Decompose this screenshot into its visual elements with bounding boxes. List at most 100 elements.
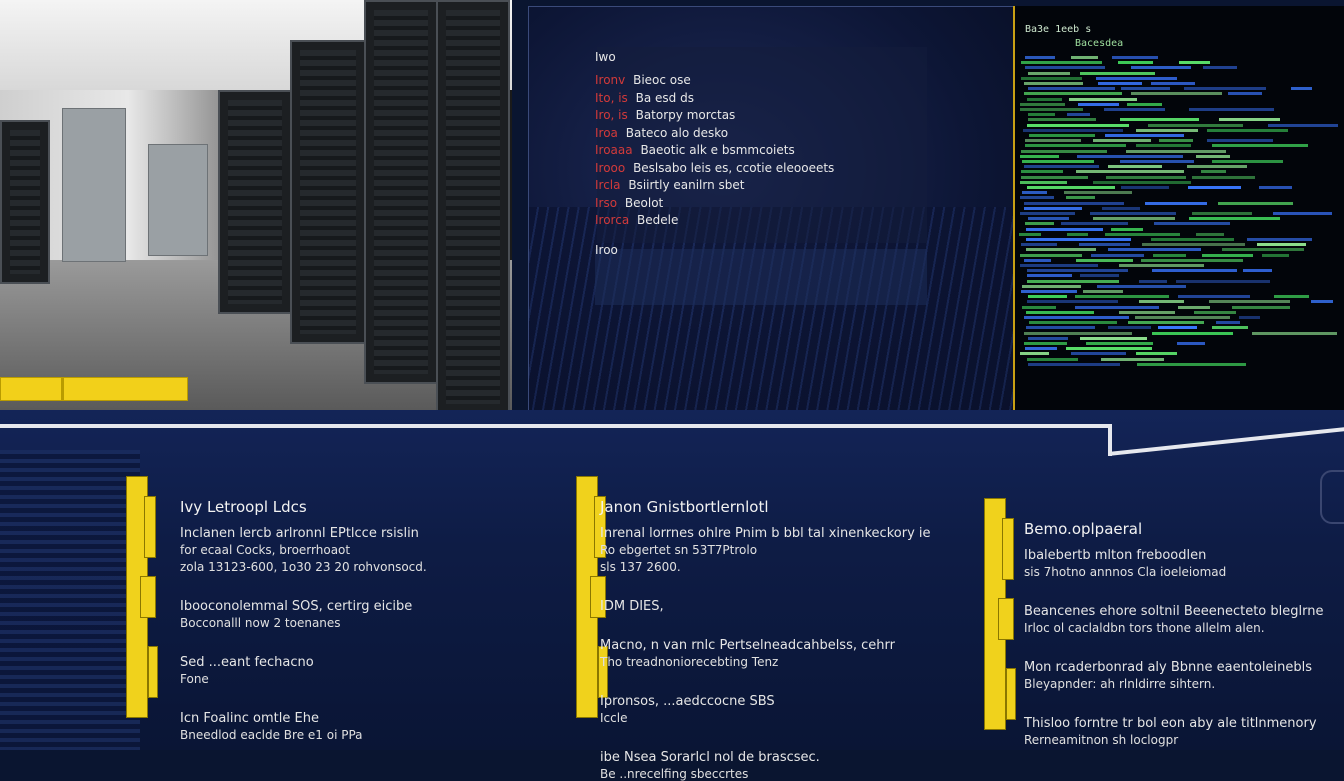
terminal-text-line bbox=[1157, 326, 1197, 330]
terminal-text-line bbox=[1215, 321, 1240, 325]
terminal-text-line bbox=[1020, 108, 1084, 111]
server-rack bbox=[218, 90, 292, 314]
terminal-text-line bbox=[1023, 316, 1129, 319]
overview-item[interactable]: Ircla Bsiirtly eanilrn sbet bbox=[595, 178, 744, 192]
column-text: sis 7hotno annnos Cla ioeleiomad bbox=[1024, 565, 1227, 579]
column-text: Ro ebgertet sn 53T7Ptrolo bbox=[600, 543, 758, 557]
overview-item[interactable]: Irorca Bedele bbox=[595, 213, 678, 227]
overview-item-marker: Iro, is bbox=[595, 108, 628, 122]
overview-item[interactable]: Iro, is Batorpy morctas bbox=[595, 108, 735, 122]
terminal-text-line bbox=[1076, 258, 1133, 262]
terminal-text-line bbox=[1025, 222, 1054, 226]
terminal-text-line bbox=[1232, 305, 1291, 309]
terminal-text-line bbox=[1090, 212, 1176, 215]
overview-item-text: Bsiirtly eanilrn sbet bbox=[628, 178, 745, 192]
column-text: Bleyapnder: ah rlnldirre sihtern. bbox=[1024, 677, 1216, 691]
terminal-text-line bbox=[1119, 160, 1195, 163]
terminal-text-line bbox=[1027, 279, 1120, 283]
terminal-text-line bbox=[1027, 97, 1063, 101]
terminal-text-line bbox=[1150, 238, 1235, 241]
terminal-text-line bbox=[1065, 347, 1153, 351]
column-text: Macno, n van rnlc Pertselneadcahbelss, c… bbox=[600, 638, 895, 653]
terminal-text-line bbox=[1024, 201, 1125, 205]
terminal-text-line bbox=[1097, 284, 1186, 288]
column-text: Bocconalll now 2 toenanes bbox=[180, 616, 341, 630]
terminal-text-line bbox=[1238, 316, 1261, 319]
terminal-text-line bbox=[1074, 305, 1159, 309]
terminal-text-line bbox=[1027, 87, 1115, 91]
overview-item-marker: Irorca bbox=[595, 213, 630, 227]
terminal-text-line bbox=[1019, 212, 1076, 215]
terminal-text-line bbox=[1130, 66, 1191, 70]
terminal-text-line bbox=[1023, 82, 1084, 85]
terminal-text-line bbox=[1076, 154, 1184, 158]
column-text: zola 13123-600, 1o30 23 20 rohvonsocd. bbox=[180, 560, 427, 574]
overview-item-marker: Ito, is bbox=[595, 90, 628, 105]
column-text: Ibalebertb mlton freboodlen bbox=[1024, 548, 1207, 563]
terminal-text-line bbox=[1068, 97, 1138, 101]
terminal-text-line bbox=[1121, 186, 1170, 189]
terminal-text-line bbox=[1027, 362, 1121, 366]
terminal-text-line bbox=[1098, 82, 1142, 85]
terminal-text-line bbox=[1023, 331, 1132, 335]
overview-item[interactable]: Irso Beolot bbox=[595, 196, 663, 210]
terminal-text-line bbox=[1191, 175, 1256, 179]
terminal-text-line bbox=[1201, 170, 1226, 174]
terminal-text-line bbox=[1130, 92, 1222, 96]
terminal-text-line bbox=[1207, 139, 1274, 143]
corner-bracket bbox=[1320, 470, 1344, 524]
column-title: Janon Gnistbortlernlotl bbox=[600, 498, 769, 516]
column-text: Iccle bbox=[600, 711, 628, 725]
terminal-text-line bbox=[1019, 232, 1041, 236]
terminal-text-line bbox=[1242, 269, 1272, 273]
terminal-text-line bbox=[1028, 71, 1070, 75]
terminal-text-line bbox=[1027, 336, 1068, 340]
terminal-text-line bbox=[1158, 139, 1194, 143]
terminal-text-line bbox=[1082, 290, 1124, 293]
terminal-text-line bbox=[1023, 206, 1082, 210]
column-text: IDM DIES, bbox=[600, 599, 664, 614]
terminal-text-line bbox=[1023, 128, 1123, 132]
overview-heading: Iwo bbox=[595, 50, 616, 64]
terminal-text-line bbox=[1027, 113, 1056, 117]
terminal-text-line bbox=[1274, 295, 1310, 299]
terminal-text-line bbox=[1019, 352, 1049, 356]
terminal-text-line bbox=[1026, 227, 1104, 231]
overview-item[interactable]: Irooo Beslsabo leis es, ccotie eleooeets bbox=[595, 161, 834, 175]
terminal-text-line bbox=[1202, 253, 1253, 257]
terminal-text-line bbox=[1211, 160, 1283, 163]
terminal-text-line bbox=[1211, 326, 1248, 330]
terminal-text-line bbox=[1119, 264, 1204, 267]
terminal-text-line bbox=[1186, 165, 1247, 169]
column-text: Inrenal lorrnes ohlre Pnim b bbl tal xin… bbox=[600, 526, 931, 541]
terminal-text-line bbox=[1028, 321, 1117, 325]
overview-item-marker: Iroaaa bbox=[595, 143, 633, 157]
terminal-text-line bbox=[1021, 61, 1102, 65]
terminal-text-line bbox=[1178, 305, 1211, 309]
terminal-text-line bbox=[1189, 108, 1274, 111]
column-text: Bneedlod eaclde Bre e1 oi PPa bbox=[180, 728, 363, 742]
column-text: Beancenes ehore soltnil Beeenecteto bleg… bbox=[1024, 604, 1324, 619]
terminal-text-line bbox=[1024, 258, 1052, 262]
overview-item-text: Bateco alo desko bbox=[625, 125, 729, 140]
overview-footer: Iroo bbox=[595, 243, 618, 257]
terminal-text-line bbox=[1021, 170, 1064, 174]
terminal-header: Ba3e 1eeb s bbox=[1025, 24, 1092, 35]
terminal-text-line bbox=[1211, 144, 1309, 148]
terminal-text-line bbox=[1187, 186, 1242, 189]
overview-item[interactable]: Iroa Bateco alo desko bbox=[595, 126, 728, 140]
terminal-text-line bbox=[1108, 326, 1152, 330]
column-title: Bemo.oplpaeral bbox=[1024, 520, 1143, 538]
column-text: Mon rcaderbonrad aly Bbnne eaentoleinebl… bbox=[1024, 660, 1312, 675]
terminal-text-line bbox=[1153, 253, 1187, 257]
overview-item[interactable]: Ironv Bieoc ose bbox=[595, 73, 691, 87]
terminal-text-line bbox=[1028, 134, 1095, 137]
terminal-text-line bbox=[1093, 217, 1176, 221]
terminal-text-line bbox=[1188, 217, 1281, 221]
overview-item[interactable]: Ito, is Ba esd ds bbox=[595, 91, 694, 105]
overview-item-text: Ba esd ds bbox=[635, 90, 694, 105]
column-text: Sed ...eant fechacno bbox=[180, 655, 314, 670]
terminal-text-line bbox=[1022, 191, 1048, 195]
overview-item[interactable]: Iroaaa Baeotic alk e bsmmcoiets bbox=[595, 143, 795, 157]
column-text: sls 137 2600. bbox=[600, 560, 681, 574]
